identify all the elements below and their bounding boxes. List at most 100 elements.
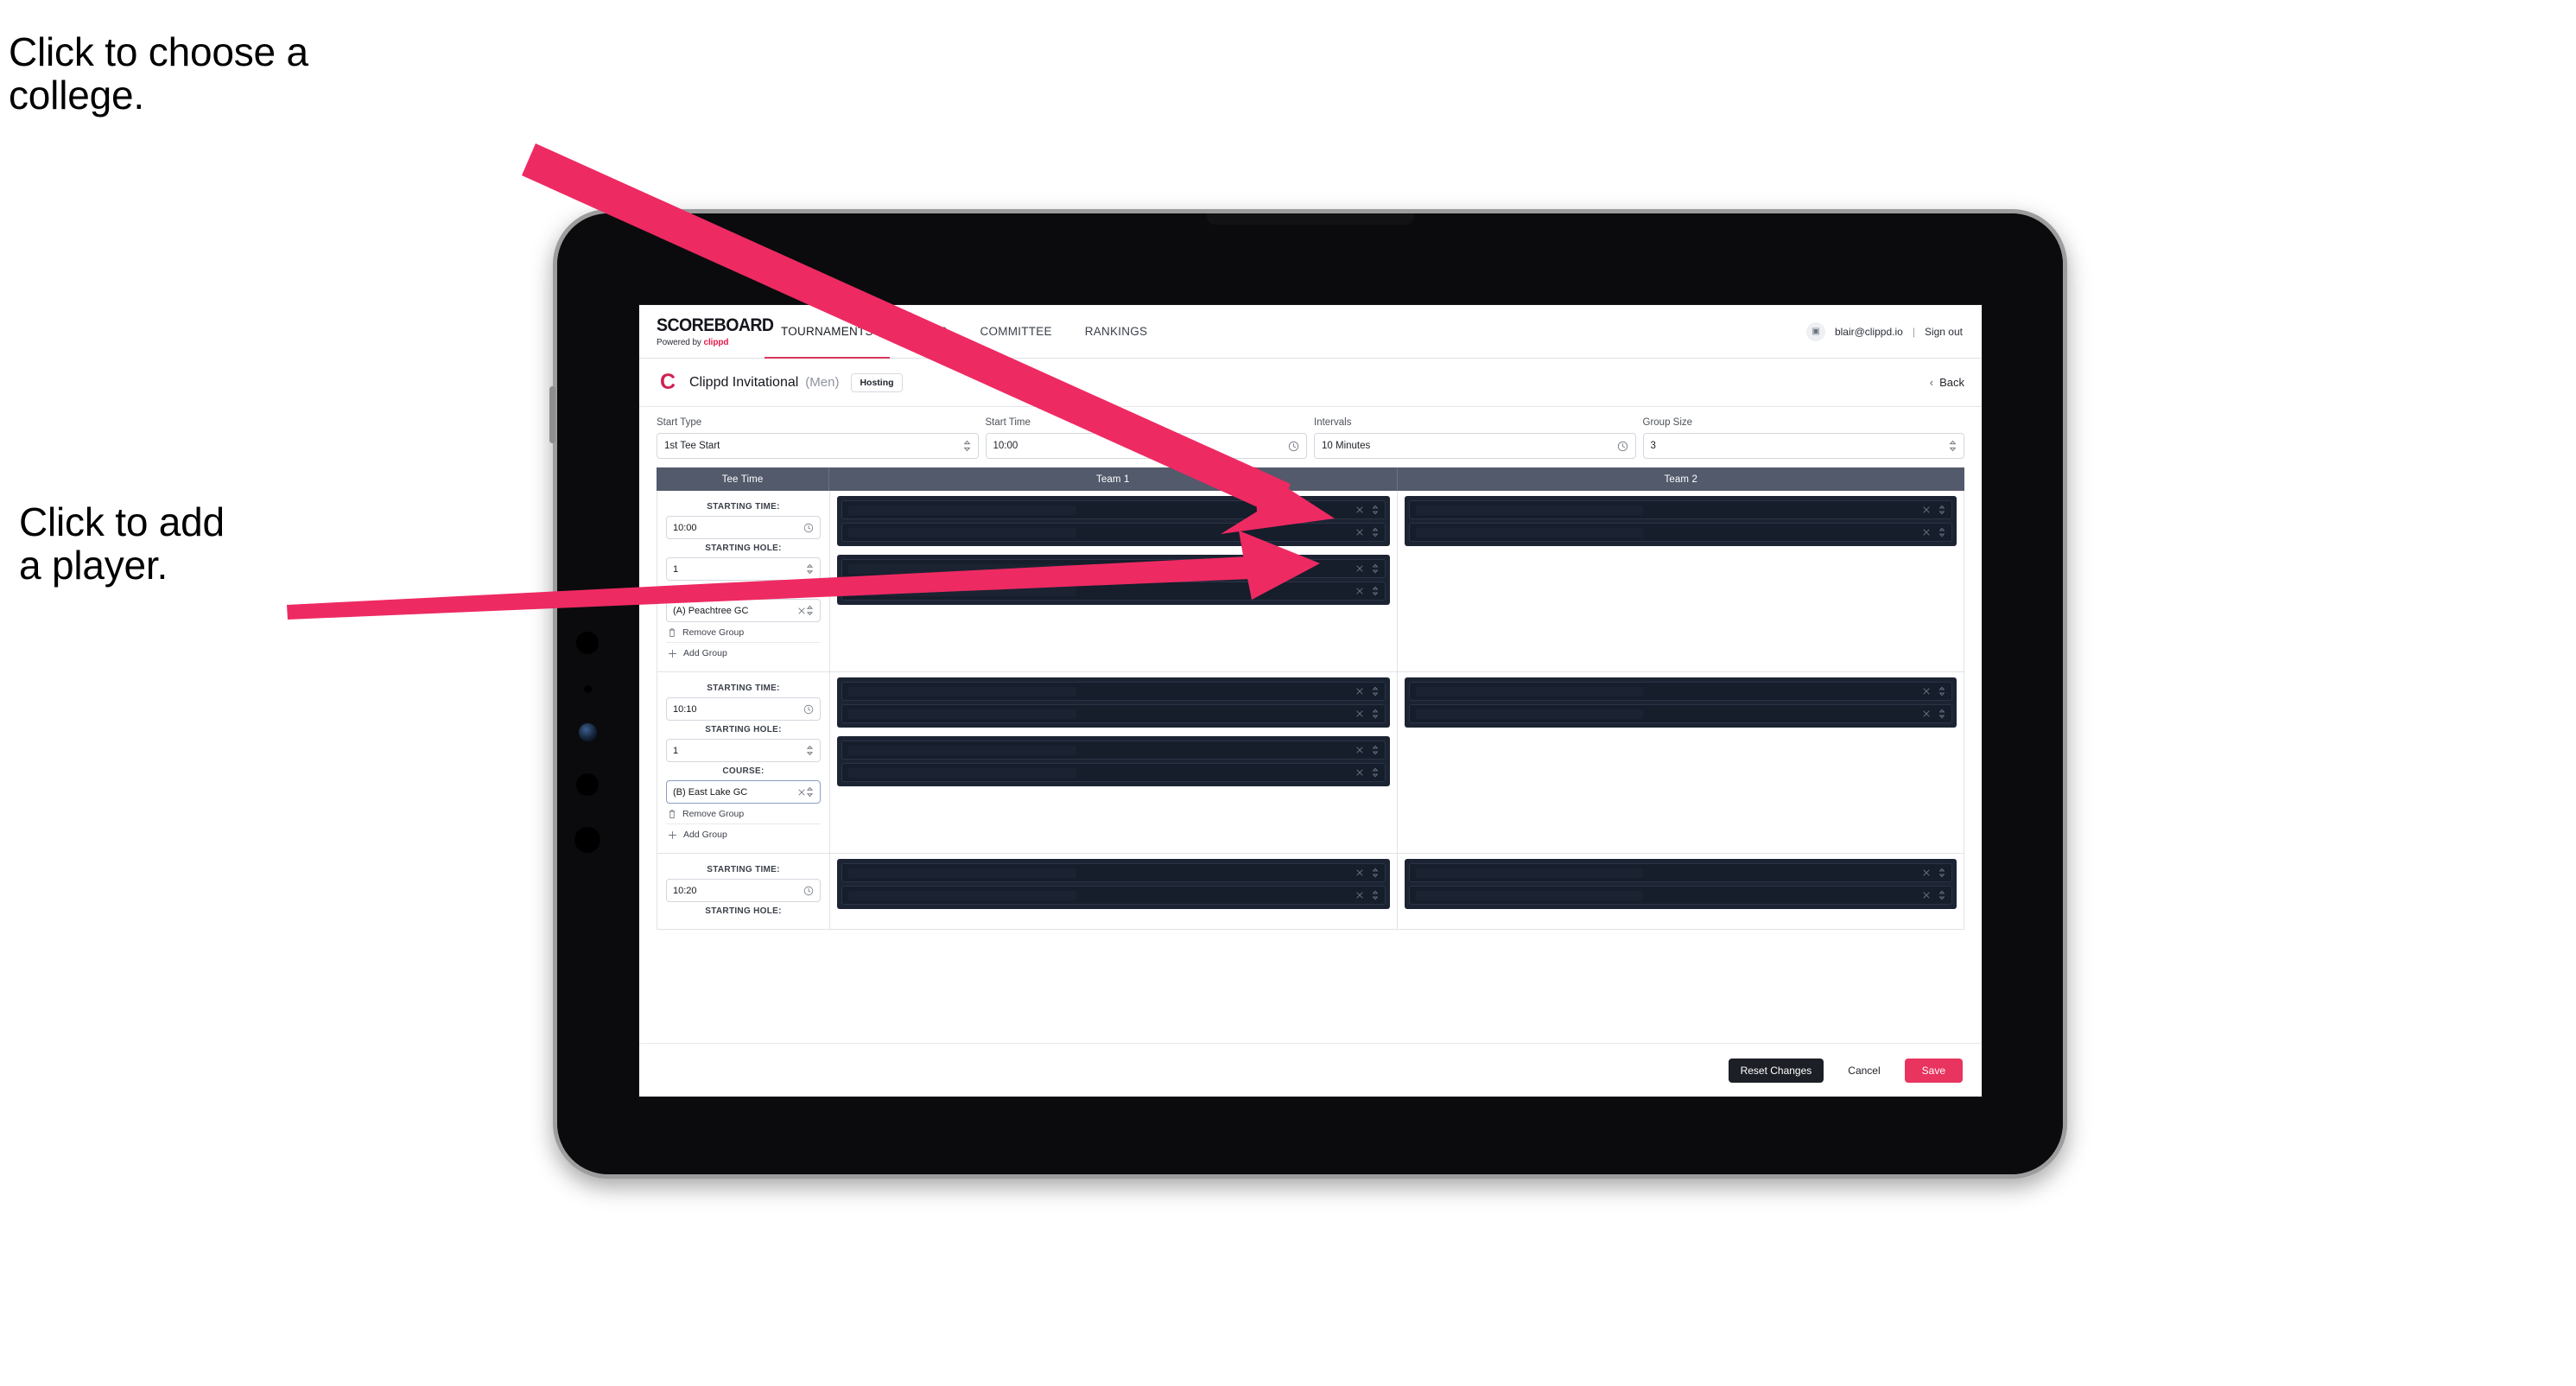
stepper-icon[interactable] <box>806 563 814 575</box>
player-slot[interactable] <box>1408 886 1952 905</box>
stepper-icon[interactable] <box>806 786 814 798</box>
account-email: blair@clippd.io <box>1834 325 1903 338</box>
clock-icon[interactable] <box>1617 441 1628 452</box>
remove-group-button[interactable]: Remove Group <box>666 622 821 643</box>
clock-icon[interactable] <box>803 704 814 715</box>
player-slot[interactable] <box>841 523 1386 542</box>
stepper-icon[interactable] <box>1938 709 1945 719</box>
start-time-input[interactable]: 10:00 <box>985 433 1307 459</box>
player-slot[interactable] <box>841 500 1386 519</box>
front-camera-icon <box>576 632 599 654</box>
stepper-icon[interactable] <box>1372 505 1379 515</box>
stepper-icon[interactable] <box>1372 527 1379 537</box>
stepper-icon[interactable] <box>1938 505 1945 515</box>
player-slot[interactable] <box>1408 523 1952 542</box>
stepper-icon[interactable] <box>1372 586 1379 596</box>
close-icon[interactable] <box>1922 687 1931 696</box>
tee-time-cell: STARTING TIME: 10:20 STARTING HOLE: <box>657 854 830 929</box>
player-slot[interactable] <box>1408 863 1952 882</box>
close-icon[interactable] <box>1355 768 1364 777</box>
stepper-icon[interactable] <box>1938 527 1945 537</box>
starting-time-input[interactable]: 10:20 <box>666 879 821 902</box>
starting-time-input[interactable]: 10:00 <box>666 516 821 539</box>
save-button[interactable]: Save <box>1904 1058 1963 1083</box>
stepper-icon[interactable] <box>1372 868 1379 878</box>
back-button[interactable]: ‹ Back <box>1930 376 1964 389</box>
stepper-icon[interactable] <box>963 440 971 452</box>
ambient-sensor-icon <box>574 827 600 853</box>
close-icon[interactable] <box>797 788 806 797</box>
player-slot[interactable] <box>1408 704 1952 723</box>
close-icon[interactable] <box>1355 564 1364 573</box>
close-icon[interactable] <box>1355 891 1364 900</box>
close-icon[interactable] <box>797 607 806 615</box>
add-group-button[interactable]: Add Group <box>666 643 821 663</box>
sign-out-link[interactable]: Sign out <box>1925 326 1963 338</box>
player-slot[interactable] <box>841 763 1386 782</box>
player-slot[interactable] <box>841 886 1386 905</box>
remove-group-button[interactable]: Remove Group <box>666 804 821 824</box>
close-icon[interactable] <box>1922 891 1931 900</box>
stepper-icon[interactable] <box>1372 890 1379 900</box>
close-icon[interactable] <box>1355 868 1364 877</box>
nav-tab-tournaments[interactable]: TOURNAMENTS <box>765 305 890 359</box>
add-group-button[interactable]: Add Group <box>666 824 821 844</box>
close-icon[interactable] <box>1355 746 1364 754</box>
control-start-time-label: Start Time <box>985 417 1031 428</box>
close-icon[interactable] <box>1922 505 1931 514</box>
clock-icon[interactable] <box>1288 441 1299 452</box>
player-slot[interactable] <box>841 682 1386 701</box>
stepper-icon[interactable] <box>1938 868 1945 878</box>
close-icon[interactable] <box>1922 868 1931 877</box>
clippd-logo-icon: C <box>659 370 676 394</box>
clock-icon[interactable] <box>803 886 814 896</box>
nav-tab-rankings[interactable]: RANKINGS <box>1069 305 1164 358</box>
close-icon[interactable] <box>1355 505 1364 514</box>
avatar[interactable]: ▣ <box>1805 321 1825 341</box>
course-select[interactable]: (B) East Lake GC <box>666 780 821 804</box>
nav-tab-teams[interactable]: TEAMS <box>890 305 964 358</box>
start-type-select[interactable]: 1st Tee Start <box>657 433 979 459</box>
stepper-icon[interactable] <box>806 605 814 616</box>
player-slot[interactable] <box>1408 682 1952 701</box>
cancel-button[interactable]: Cancel <box>1836 1059 1892 1083</box>
close-icon[interactable] <box>1355 687 1364 696</box>
stepper-icon[interactable] <box>1938 890 1945 900</box>
clock-icon[interactable] <box>803 523 814 533</box>
close-icon[interactable] <box>1355 709 1364 718</box>
nav-tab-committee[interactable]: COMMITTEE <box>964 305 1069 358</box>
close-icon[interactable] <box>1922 528 1931 537</box>
starting-time-input[interactable]: 10:10 <box>666 697 821 721</box>
player-slot[interactable] <box>841 741 1386 760</box>
player-slot[interactable] <box>841 582 1386 601</box>
close-icon[interactable] <box>1355 587 1364 595</box>
player-slot[interactable] <box>1408 500 1952 519</box>
brand-logo[interactable]: SCOREBOARD Powered by clippd <box>639 305 774 358</box>
stepper-icon[interactable] <box>1372 745 1379 755</box>
stepper-icon[interactable] <box>1949 440 1957 452</box>
stepper-icon[interactable] <box>1372 767 1379 778</box>
player-name-redacted <box>848 868 1076 878</box>
course-select[interactable]: (A) Peachtree GC <box>666 599 821 622</box>
tablet-side-button[interactable] <box>549 386 555 443</box>
annotation-add-player: Click to add a player. <box>19 499 225 588</box>
player-slot[interactable] <box>841 559 1386 578</box>
content-fade <box>639 1022 1982 1043</box>
stepper-icon[interactable] <box>806 745 814 756</box>
close-icon[interactable] <box>1922 709 1931 718</box>
plus-icon <box>668 830 677 840</box>
player-slot[interactable] <box>841 863 1386 882</box>
group-size-select[interactable]: 3 <box>1642 433 1964 459</box>
close-icon[interactable] <box>1355 528 1364 537</box>
player-slot[interactable] <box>841 704 1386 723</box>
starting-hole-input[interactable]: 1 <box>666 557 821 581</box>
stepper-icon[interactable] <box>1372 686 1379 696</box>
stepper-icon[interactable] <box>1938 686 1945 696</box>
player-name-redacted <box>848 767 1076 778</box>
stepper-icon[interactable] <box>1372 563 1379 574</box>
brand-subtitle: Powered by clippd <box>657 338 765 347</box>
reset-changes-button[interactable]: Reset Changes <box>1728 1058 1824 1083</box>
starting-hole-input[interactable]: 1 <box>666 739 821 762</box>
intervals-input[interactable]: 10 Minutes <box>1314 433 1636 459</box>
stepper-icon[interactable] <box>1372 709 1379 719</box>
